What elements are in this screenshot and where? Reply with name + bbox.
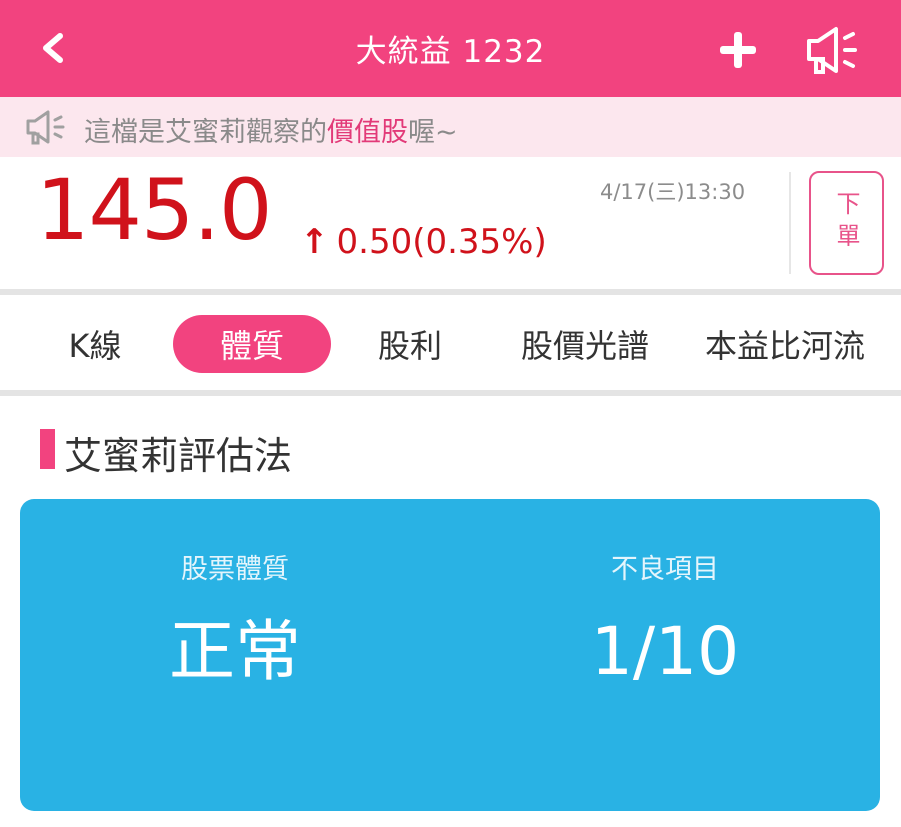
tab-bar: K線 體質 股利 股價光譜 本益比河流 xyxy=(0,295,901,390)
bad-items-value: 1/10 xyxy=(590,613,740,690)
chevron-left-icon[interactable] xyxy=(34,28,74,68)
up-arrow-icon: ↑ xyxy=(300,222,329,262)
page-title: 大統益 1232 xyxy=(355,34,546,70)
price-change: ↑ 0.50(0.35%) xyxy=(300,222,547,263)
quote-datetime: 4/17(三)13:30 xyxy=(600,180,746,204)
tab-dividend[interactable]: 股利 xyxy=(350,315,470,373)
section-title: 艾蜜莉評估法 xyxy=(64,434,293,478)
notice-bar: 這檔是艾蜜莉觀察的價值股喔~ xyxy=(0,97,901,157)
stock-price: 145.0 xyxy=(36,161,272,259)
tab-price-spectrum[interactable]: 股價光譜 xyxy=(505,315,665,373)
stock-health-column: 股票體質 正常 xyxy=(20,499,450,811)
tab-k-line[interactable]: K線 xyxy=(40,315,150,373)
divider xyxy=(789,172,791,274)
price-change-value: 0.50(0.35%) xyxy=(336,222,547,262)
plus-icon[interactable] xyxy=(716,28,760,72)
notice-highlight: 價值股 xyxy=(327,117,408,148)
divider xyxy=(0,390,901,396)
tab-pe-river[interactable]: 本益比河流 xyxy=(705,315,901,373)
stock-health-value: 正常 xyxy=(169,613,301,690)
tab-fundamentals[interactable]: 體質 xyxy=(173,315,331,373)
evaluation-card: 股票體質 正常 不良項目 1/10 xyxy=(20,499,880,811)
bad-items-label: 不良項目 xyxy=(611,554,719,585)
megaphone-icon[interactable] xyxy=(803,24,859,76)
section-marker xyxy=(40,429,55,469)
bad-items-column: 不良項目 1/10 xyxy=(450,499,880,811)
notice-text-after: 喔~ xyxy=(408,117,458,148)
megaphone-icon xyxy=(26,110,65,145)
order-button[interactable]: 下單 xyxy=(809,171,884,275)
notice-text-before: 這檔是艾蜜莉觀察的 xyxy=(84,117,327,148)
stock-health-label: 股票體質 xyxy=(181,554,289,585)
notice-text: 這檔是艾蜜莉觀察的價值股喔~ xyxy=(84,110,458,149)
app-header: 大統益 1232 xyxy=(0,0,901,97)
